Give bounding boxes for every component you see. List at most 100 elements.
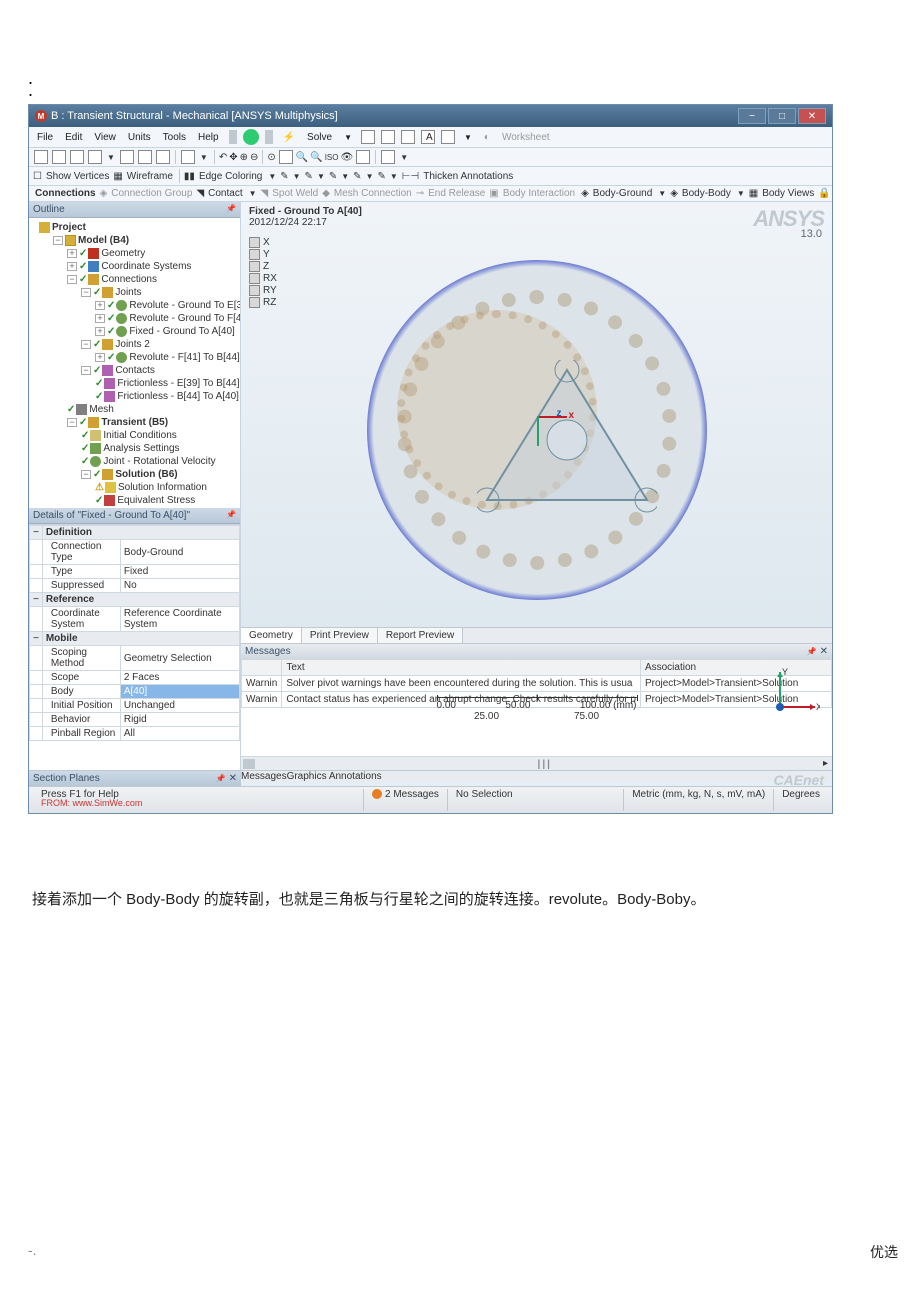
triangle-plate[interactable] xyxy=(477,360,657,520)
tree-si[interactable]: Solution Information xyxy=(118,482,207,493)
undo-icon[interactable]: ↶ xyxy=(219,152,227,163)
details-value[interactable]: Reference Coordinate System xyxy=(120,607,239,632)
expand-icon[interactable]: + xyxy=(95,353,105,362)
tree-joints[interactable]: Joints xyxy=(115,287,141,298)
expand-icon[interactable]: + xyxy=(67,249,77,258)
msg-col-blank[interactable] xyxy=(242,660,282,676)
triad[interactable]: XY xyxy=(760,667,820,720)
details-value[interactable]: 2 Faces xyxy=(120,671,239,685)
details-value-selected[interactable]: A[40] xyxy=(120,685,239,699)
tree-transient[interactable]: Transient (B5) xyxy=(101,417,168,428)
solve-dropdown-icon[interactable]: ▼ xyxy=(340,132,356,143)
tab-print-preview[interactable]: Print Preview xyxy=(302,628,378,643)
tree-rev-fb[interactable]: Revolute - F[41] To B[44] xyxy=(129,352,239,363)
tab-messages[interactable]: Messages xyxy=(241,771,287,782)
tb-icon-5[interactable] xyxy=(441,130,455,144)
collapse-icon[interactable]: − xyxy=(53,236,63,245)
tree-jrv[interactable]: Joint - Rotational Velocity xyxy=(103,456,215,467)
status-units[interactable]: Metric (mm, kg, N, s, mV, mA) xyxy=(623,789,773,811)
status-messages[interactable]: 2 Messages xyxy=(385,789,439,800)
zoom-fit-icon[interactable]: ⊙ xyxy=(267,152,275,163)
collapse-icon[interactable]: − xyxy=(30,593,43,607)
pen5-icon[interactable]: ✎ xyxy=(377,171,385,182)
collapse-icon[interactable]: − xyxy=(81,288,91,297)
tree-joints2[interactable]: Joints 2 xyxy=(115,339,149,350)
viewport[interactable]: Fixed - Ground To A[40] 2012/12/24 22:17… xyxy=(241,202,832,770)
expand-icon[interactable]: + xyxy=(95,327,105,336)
details-value[interactable]: All xyxy=(120,727,239,741)
tab-graphics-annotations[interactable]: Graphics Annotations xyxy=(287,771,382,782)
tree-geometry[interactable]: Geometry xyxy=(101,248,145,259)
pen3-icon[interactable]: ✎ xyxy=(329,171,337,182)
pen4-icon[interactable]: ✎ xyxy=(353,171,361,182)
outline-tree[interactable]: Project −Model (B4) +✓Geometry +✓Coordin… xyxy=(29,218,240,508)
tab-geometry[interactable]: Geometry xyxy=(241,628,302,643)
print-icon[interactable] xyxy=(356,150,370,164)
show-vertices-label[interactable]: Show Vertices xyxy=(44,171,111,182)
details-value[interactable]: Unchanged xyxy=(120,699,239,713)
sel-face-icon[interactable] xyxy=(70,150,84,164)
pin-icon[interactable]: 📌 xyxy=(807,647,817,656)
sel-adj-icon[interactable] xyxy=(156,150,170,164)
tree-fr-eb[interactable]: Frictionless - E[39] To B[44] xyxy=(117,378,239,389)
sel-vertex-icon[interactable] xyxy=(34,150,48,164)
zoom-box-icon[interactable] xyxy=(279,150,293,164)
menu-help[interactable]: Help xyxy=(194,131,223,144)
sel-body-icon[interactable] xyxy=(88,150,102,164)
tree-model[interactable]: Model (B4) xyxy=(78,235,129,246)
tree-fr-ba[interactable]: Frictionless - B[44] To A[40] xyxy=(117,391,239,402)
worksheet-button[interactable]: Worksheet xyxy=(498,131,554,144)
color-icon[interactable] xyxy=(381,150,395,164)
pin-icon[interactable]: 📌 xyxy=(226,510,236,521)
iso-icon[interactable]: ISO xyxy=(325,153,339,162)
expand-icon[interactable]: + xyxy=(95,301,105,310)
collapse-icon[interactable]: − xyxy=(81,366,91,375)
look-icon[interactable]: 👁 xyxy=(340,152,353,163)
views-label[interactable]: Body Views xyxy=(760,188,816,199)
wireframe-icon[interactable]: ▦ xyxy=(113,171,122,182)
tree-connections[interactable]: Connections xyxy=(101,274,157,285)
tree-project[interactable]: Project xyxy=(52,222,86,233)
tree-rev-f[interactable]: Revolute - Ground To F[41] xyxy=(129,313,240,324)
tb-icon-2[interactable] xyxy=(381,130,395,144)
tree-ic[interactable]: Initial Conditions xyxy=(103,430,176,441)
details-value[interactable]: Fixed xyxy=(120,565,239,579)
details-value[interactable]: Rigid xyxy=(120,713,239,727)
menu-edit[interactable]: Edit xyxy=(61,131,86,144)
status-degrees[interactable]: Degrees xyxy=(773,789,828,811)
collapse-icon[interactable]: − xyxy=(30,526,43,540)
solve-button[interactable]: Solve xyxy=(303,131,336,144)
h-scrollbar[interactable]: ┃┃┃▸ xyxy=(241,756,832,770)
sel-edge-icon[interactable] xyxy=(52,150,66,164)
thicken-icon[interactable]: ⊢⊣ xyxy=(402,171,419,182)
tree-coord[interactable]: Coordinate Systems xyxy=(101,261,191,272)
minimize-button[interactable]: − xyxy=(738,108,766,124)
tb-icon-3[interactable] xyxy=(401,130,415,144)
tree-solution[interactable]: Solution (B6) xyxy=(115,469,177,480)
details-value[interactable]: Geometry Selection xyxy=(120,646,239,671)
go-icon[interactable] xyxy=(243,129,259,145)
zoom-in-icon[interactable]: ⊕ xyxy=(240,152,248,163)
sel-box-icon[interactable] xyxy=(120,150,134,164)
close-icon[interactable]: ✕ xyxy=(229,773,237,784)
thicken-label[interactable]: Thicken Annotations xyxy=(421,171,515,182)
collapse-icon[interactable]: − xyxy=(81,470,91,479)
bb-label[interactable]: Body-Body xyxy=(680,188,733,199)
tb-icon-4[interactable]: A xyxy=(421,130,435,144)
tree-fix-a[interactable]: Fixed - Ground To A[40] xyxy=(129,326,234,337)
close-button[interactable]: ✕ xyxy=(798,108,826,124)
ring-gear[interactable]: z x xyxy=(367,260,707,600)
sel-lasso-icon[interactable] xyxy=(138,150,152,164)
menu-view[interactable]: View xyxy=(90,131,120,144)
pin-icon[interactable]: 📌 xyxy=(216,774,226,783)
connections-label[interactable]: Connections xyxy=(33,188,98,199)
dd-icon[interactable]: ▼ xyxy=(460,132,476,143)
contact-label[interactable]: Contact xyxy=(206,188,244,199)
zoom-icon[interactable]: 🔍 xyxy=(296,152,308,163)
pen1-icon[interactable]: ✎ xyxy=(280,171,288,182)
zoom-sel-icon[interactable]: 🔍 xyxy=(310,152,322,163)
pen2-icon[interactable]: ✎ xyxy=(305,171,313,182)
details-value[interactable]: Body-Ground xyxy=(120,540,239,565)
pan-icon[interactable]: ✥ xyxy=(229,152,237,163)
tree-as[interactable]: Analysis Settings xyxy=(103,443,179,454)
